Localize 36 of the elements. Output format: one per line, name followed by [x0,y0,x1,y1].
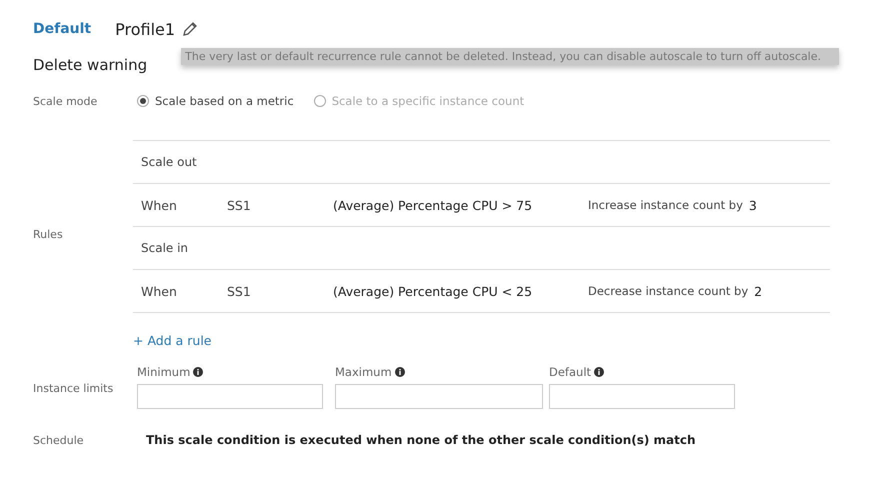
instance-limits-label: Instance limits [33,382,114,395]
section-title: Scale in [140,241,190,255]
resource-cell-text: SS1 [227,284,252,298]
delete-warning-label: Delete warning [33,55,148,74]
input-field[interactable] [549,384,735,409]
input-field[interactable] [335,384,543,409]
condition-cell-text: (Average) Percentage CPU > 75 [333,198,534,212]
condition-cell-text: (Average) Percentage CPU < 25 [333,284,534,298]
info-icon [193,367,204,377]
default-label: Default [33,21,92,37]
info-icon [394,367,405,377]
count-cell: 3 [748,198,757,212]
radio-label: Scale based on a metric [155,94,294,108]
when-cell-text: When [140,198,178,212]
radio-label: Scale to a specific instance count [332,94,524,108]
when-cell-text: When [140,284,178,298]
scale-mode-label: Scale mode [33,94,98,108]
schedule-text: This scale condition is executed when none of the other scale condition(s) match [146,433,696,447]
field-label: Default [549,365,592,379]
radio-button[interactable] [314,95,326,107]
add-rule-link[interactable]: + Add a rule [133,333,212,348]
pencil-icon[interactable] [181,20,200,38]
input-field[interactable] [137,384,323,409]
field-label: Maximum [335,365,392,379]
rules-label: Rules [33,228,64,243]
action-cell: Increase instance count by [588,198,743,212]
count-cell: 2 [754,284,762,298]
radio-button[interactable] [137,95,149,107]
info-icon [594,367,604,377]
section-title: Scale out [140,155,198,169]
warning-message: The very last or default recurrence rule cannot be deleted. Instead, you can disable autoscale to turn off autoscale. [181,48,840,65]
schedule-label: Schedule [33,434,85,446]
resource-cell-text: SS1 [227,198,252,212]
action-cell: Decrease instance count by [588,284,748,298]
profile-name: Profile1 [115,20,176,38]
field-label: Minimum [137,365,190,379]
